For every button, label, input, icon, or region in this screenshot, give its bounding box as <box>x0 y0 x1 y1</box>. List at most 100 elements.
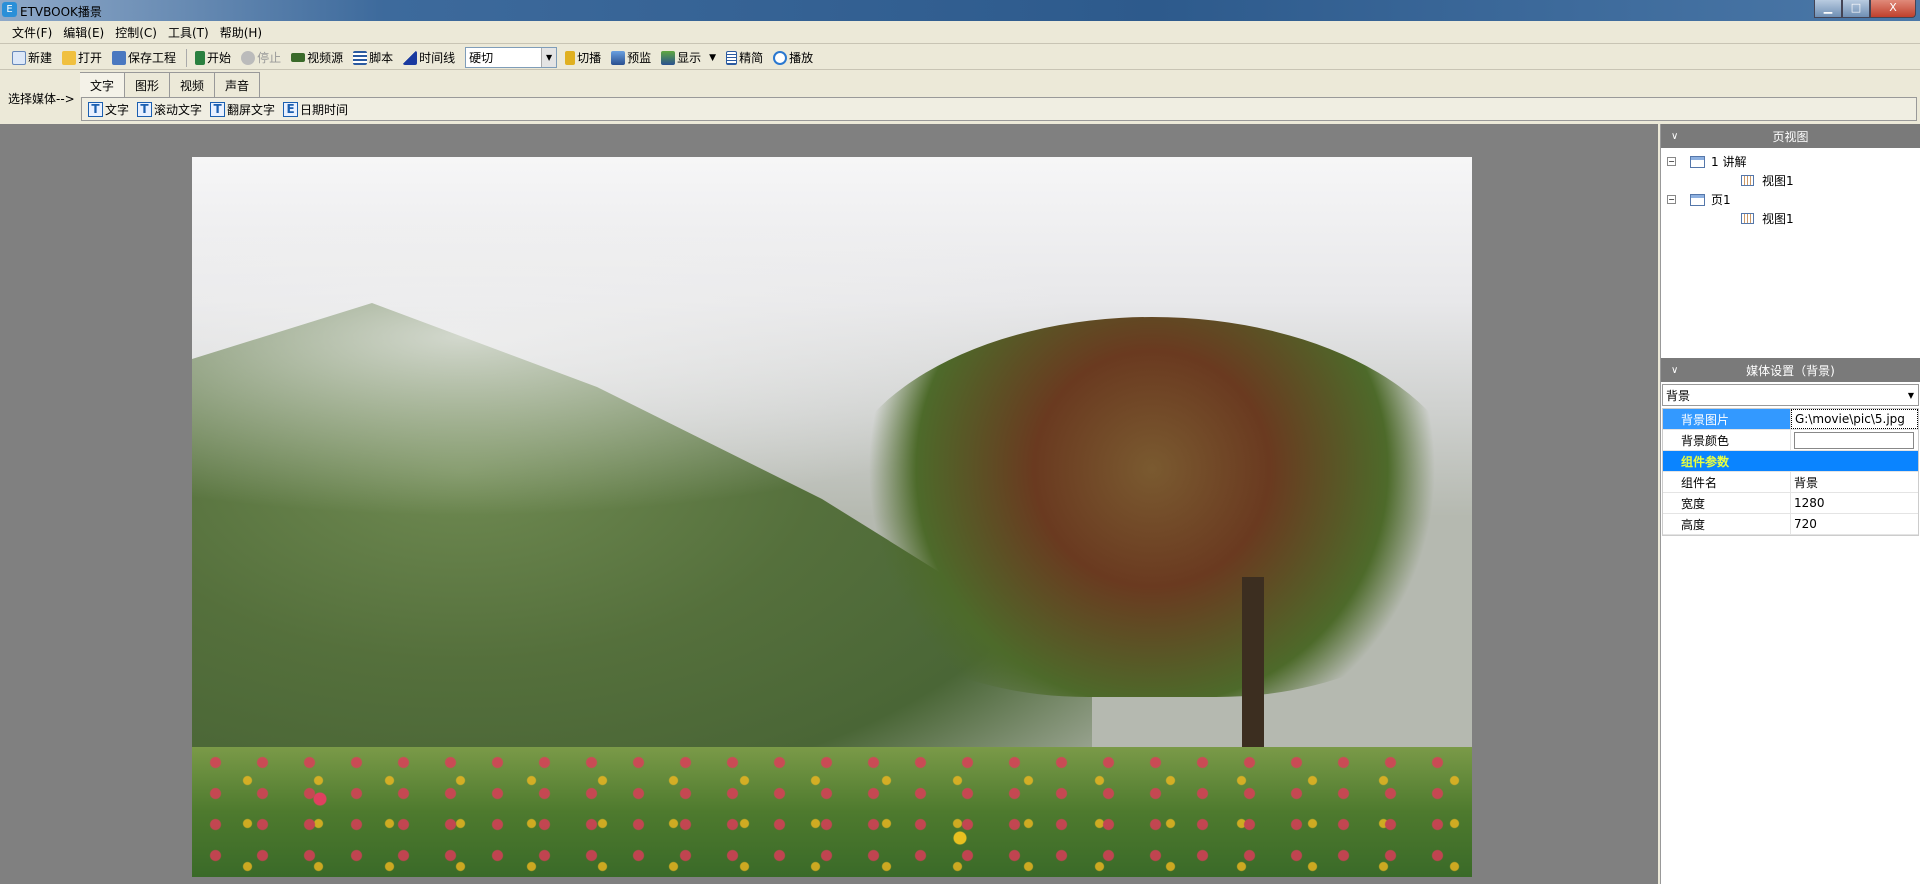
monitor-icon <box>611 50 626 65</box>
scrolling-text-label: 滚动文字 <box>154 102 203 117</box>
page-icon <box>1690 193 1705 206</box>
hand-icon <box>565 50 576 65</box>
stop-icon <box>241 50 256 65</box>
list-icon <box>353 50 368 65</box>
property-value[interactable]: 720 <box>1791 514 1918 534</box>
save-project-button[interactable]: 保存工程 <box>112 49 176 66</box>
chevron-down-icon[interactable]: ▼ <box>709 53 716 63</box>
collapse-icon[interactable]: ∨ <box>1671 365 1678 376</box>
save-icon <box>112 50 127 65</box>
stop-button[interactable]: 停止 <box>241 49 281 66</box>
display-icon <box>661 50 676 65</box>
script-button[interactable]: 脚本 <box>353 49 393 66</box>
media-settings-header[interactable]: ∨ 媒体设置（背景) <box>1661 358 1920 382</box>
start-button[interactable]: 开始 <box>195 49 231 66</box>
property-key: 组件名 <box>1663 472 1791 492</box>
chevron-down-icon[interactable]: ▼ <box>541 48 557 67</box>
property-row[interactable]: 组件名 背景 <box>1663 472 1918 493</box>
preview-button[interactable]: 预监 <box>611 49 651 66</box>
background-image[interactable] <box>192 157 1472 877</box>
tab-shape[interactable]: 图形 <box>125 72 171 97</box>
scroll-text-icon: T <box>137 101 153 117</box>
start-label: 开始 <box>207 51 232 65</box>
select-media-label: 选择媒体--> <box>8 92 75 106</box>
play-button[interactable]: 播放 <box>773 49 813 66</box>
page-text-label: 翻屏文字 <box>227 102 276 117</box>
property-row[interactable]: 宽度 1280 <box>1663 493 1918 514</box>
new-button[interactable]: 新建 <box>12 49 52 66</box>
page-view-header[interactable]: ∨ 页视图 <box>1661 124 1920 148</box>
display-button[interactable]: 显示 ▼ <box>661 49 716 66</box>
background-color-input[interactable] <box>1794 431 1914 449</box>
tree-node-label: 视图1 <box>1762 212 1794 226</box>
minimize-button[interactable]: ▁ <box>1814 0 1842 18</box>
view-icon <box>1741 175 1754 186</box>
timeline-button[interactable]: 时间线 <box>403 49 455 66</box>
timeline-label: 时间线 <box>419 51 456 65</box>
video-source-button[interactable]: 视频源 <box>291 49 343 66</box>
app-icon: E <box>2 2 17 17</box>
cut-label: 切播 <box>577 51 602 65</box>
collapse-icon[interactable]: ∨ <box>1671 131 1678 142</box>
property-key: 宽度 <box>1663 493 1791 513</box>
tab-video[interactable]: 视频 <box>170 72 216 97</box>
folder-icon <box>62 50 77 65</box>
property-row[interactable]: 高度 720 <box>1663 514 1918 535</box>
property-value[interactable]: 1280 <box>1791 493 1918 513</box>
new-file-icon <box>12 50 26 65</box>
open-button[interactable]: 打开 <box>62 49 102 66</box>
property-row[interactable]: 背景颜色 <box>1663 430 1918 451</box>
property-grid: 背景图片 G:\movie\pic\5.jpg 背景颜色 组件参数 组件名 背景 宽… <box>1662 408 1919 536</box>
page-view-title: 页视图 <box>1772 129 1809 144</box>
stage-canvas[interactable] <box>0 124 1658 884</box>
media-selector: 选择媒体--> 文字 图形 视频 声音 T 文字 T 滚动文字 T 翻屏文字 E 日期时… <box>0 72 1920 124</box>
page-text-item[interactable]: T 翻屏文字 <box>210 101 275 118</box>
menu-help[interactable]: 帮助(H) <box>220 24 262 41</box>
menu-file[interactable]: 文件(F) <box>12 24 52 41</box>
film-icon <box>195 50 206 65</box>
chevron-down-icon[interactable]: ▼ <box>1908 391 1914 400</box>
media-settings-title: 媒体设置（背景) <box>1746 363 1835 378</box>
menu-control[interactable]: 控制(C) <box>115 24 157 41</box>
property-row[interactable]: 背景图片 G:\movie\pic\5.jpg <box>1663 409 1918 430</box>
component-select[interactable]: 背景 ▼ <box>1662 384 1919 406</box>
divider <box>186 48 188 67</box>
background-image-path-input[interactable]: G:\movie\pic\5.jpg <box>1791 409 1918 429</box>
text-item-label: 文字 <box>105 102 130 117</box>
tab-audio[interactable]: 声音 <box>215 72 261 97</box>
maximize-button[interactable]: □ <box>1842 0 1870 18</box>
transition-select[interactable]: 硬切 ▼ <box>465 47 558 68</box>
simple-label: 精简 <box>739 51 764 65</box>
page-tree: − 1 讲解 视图1 − 页1 视图1 <box>1661 148 1920 358</box>
close-button[interactable]: X <box>1870 0 1916 18</box>
menu-edit[interactable]: 编辑(E) <box>63 24 104 41</box>
collapse-toggle-icon[interactable]: − <box>1667 195 1676 204</box>
menu-tools[interactable]: 工具(T) <box>168 24 209 41</box>
transition-value: 硬切 <box>469 51 494 65</box>
collapse-toggle-icon[interactable]: − <box>1667 157 1676 166</box>
cut-button[interactable]: 切播 <box>565 49 601 66</box>
simple-button[interactable]: 精简 <box>726 49 763 66</box>
list-view-icon <box>726 50 738 65</box>
tree-node-label: 1 讲解 <box>1711 155 1747 169</box>
text-item[interactable]: T 文字 <box>88 101 129 118</box>
right-panel: ∨ 页视图 − 1 讲解 视图1 − 页1 视图1 ∨ 媒体设置（背景) 背景 ▼ 背景图… <box>1660 124 1920 884</box>
timeline-icon <box>403 50 418 65</box>
scrolling-text-item[interactable]: T 滚动文字 <box>137 101 202 118</box>
tab-text[interactable]: 文字 <box>80 72 126 97</box>
tree-node[interactable]: 视图1 <box>1741 172 1794 189</box>
toolbar: 新建 打开 保存工程 开始 停止 视频源 脚本 时间线 硬切 ▼ 切播 预监 显示… <box>0 46 1920 70</box>
page-text-icon: T <box>210 101 226 117</box>
text-icon: T <box>88 101 103 117</box>
new-label: 新建 <box>28 51 53 65</box>
tree <box>832 317 1472 697</box>
menu-bar: 文件(F) 编辑(E) 控制(C) 工具(T) 帮助(H) <box>0 22 1920 44</box>
property-category[interactable]: 组件参数 <box>1663 451 1918 472</box>
tree-node[interactable]: − 1 讲解 <box>1667 153 1746 170</box>
tree-node[interactable]: − 页1 <box>1667 191 1731 208</box>
property-value[interactable]: 背景 <box>1791 472 1918 492</box>
datetime-item[interactable]: E 日期时间 <box>283 101 348 118</box>
media-items-bar: T 文字 T 滚动文字 T 翻屏文字 E 日期时间 <box>81 97 1917 121</box>
stop-label: 停止 <box>257 51 282 65</box>
tree-node[interactable]: 视图1 <box>1741 210 1794 227</box>
